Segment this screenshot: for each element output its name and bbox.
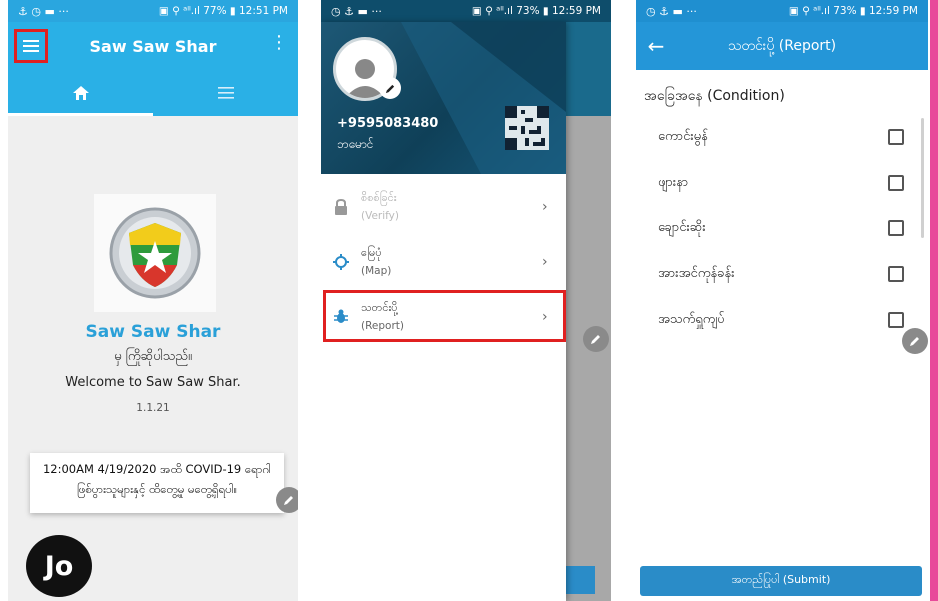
report-highlight-box — [323, 290, 566, 342]
tab-home[interactable] — [8, 70, 153, 116]
background-button — [566, 566, 595, 594]
condition-heading: အခြေအနေ (Condition) — [644, 88, 785, 104]
condition-checkbox[interactable] — [888, 220, 904, 236]
pencil-icon — [284, 496, 293, 505]
brand-side-bar — [930, 0, 938, 601]
shield-logo-icon — [109, 207, 201, 299]
app-logo — [94, 194, 216, 312]
condition-row[interactable]: အသက်ရှူကျပ် — [658, 309, 904, 331]
chevron-right-icon: › — [542, 199, 548, 215]
condition-checkbox[interactable] — [888, 266, 904, 282]
condition-row[interactable]: ဖျားနာ — [658, 172, 904, 194]
condition-checkbox[interactable] — [888, 129, 904, 145]
user-phone: +9595083480 — [337, 116, 439, 131]
pencil-icon — [591, 335, 600, 344]
app-bar: ← သတင်းပို့ (Report) — [636, 22, 928, 70]
overflow-menu-icon[interactable]: ⋮ — [270, 34, 288, 52]
welcome-text: Welcome to Saw Saw Shar. — [65, 375, 241, 390]
condition-label: ကောင်းမွန် — [658, 128, 708, 144]
condition-row[interactable]: ကောင်းမွန် — [658, 126, 904, 148]
scrollbar[interactable] — [921, 118, 924, 238]
covid-notice-card: 12:00AM 4/19/2020 အထိ COVID-19 ရောဂါ ဖြစ… — [30, 453, 284, 513]
drawer-item-verify[interactable]: စိစစ်ခြင်း (Verify) › — [321, 180, 566, 234]
drawer-header: +9595083480 ဘမောင် — [321, 22, 566, 174]
edit-fab[interactable] — [276, 487, 298, 513]
condition-label: အသက်ရှူကျပ် — [658, 311, 725, 327]
pencil-icon — [385, 84, 394, 93]
submit-button[interactable]: အတည်ပြုပါ (Submit) — [640, 566, 922, 596]
pencil-icon — [910, 337, 919, 346]
hamburger-icon — [23, 40, 39, 52]
tab-list[interactable] — [153, 70, 298, 116]
status-left: ◷ ⚓ ▬ ··· — [331, 4, 382, 18]
status-right: ▣ ⚲ ᵃˡˡ.ıl 73% ▮ 12:59 PM — [788, 5, 918, 17]
drawer-item-label: စိစစ်ခြင်း — [361, 191, 397, 204]
home-icon — [72, 86, 89, 100]
version-label: 1.1.21 — [136, 402, 170, 414]
chevron-right-icon: › — [542, 254, 548, 270]
drawer-item-label: မြေပုံ — [361, 246, 382, 259]
background-content — [566, 116, 611, 601]
list-icon — [217, 87, 234, 99]
status-right: ▣ ⚲ ᵃˡˡ.ıl 73% ▮ 12:59 PM — [471, 5, 601, 17]
lock-icon — [335, 199, 347, 215]
status-left: ⚓ ◷ ▬ ··· — [18, 4, 69, 18]
report-screen: ◷ ⚓ ▬ ··· ▣ ⚲ ᵃˡˡ.ıl 73% ▮ 12:59 PM ← သတ… — [636, 0, 928, 601]
status-right: ▣ ⚲ ᵃˡˡ.ıl 77% ▮ 12:51 PM — [158, 5, 288, 17]
edit-fab[interactable] — [583, 326, 609, 352]
condition-checkbox[interactable] — [888, 312, 904, 328]
condition-label: ချောင်းဆိုး — [658, 219, 706, 235]
condition-label: အားအင်ကုန်ခန်း — [658, 265, 735, 281]
app-name: Saw Saw Shar — [85, 322, 221, 342]
status-bar: ◷ ⚓ ▬ ··· ▣ ⚲ ᵃˡˡ.ıl 73% ▮ 12:59 PM — [636, 0, 928, 22]
drawer-item-sublabel: (Map) — [361, 265, 392, 277]
status-left: ◷ ⚓ ▬ ··· — [646, 4, 697, 18]
drawer-item-map[interactable]: မြေပုံ (Map) › — [321, 235, 566, 289]
page-title: သတင်းပို့ (Report) — [727, 37, 837, 54]
hamburger-menu-button[interactable] — [14, 29, 48, 63]
status-bar: ◷ ⚓ ▬ ··· ▣ ⚲ ᵃˡˡ.ıl 73% ▮ 12:59 PM — [321, 0, 611, 22]
drawer-screen: ◷ ⚓ ▬ ··· ▣ ⚲ ᵃˡˡ.ıl 73% ▮ 12:59 PM +959… — [321, 0, 611, 601]
navigation-drawer: +9595083480 ဘမောင် စိစစ်ခြင်း (Verify) › — [321, 22, 566, 601]
location-target-icon — [333, 254, 349, 270]
app-bar: Saw Saw Shar ⋮ — [8, 22, 298, 70]
greeting-text: မှ ကြိုဆိုပါသည်။ — [114, 349, 192, 364]
qr-code-icon[interactable] — [505, 106, 549, 150]
tab-bar — [8, 70, 298, 116]
condition-row[interactable]: အားအင်ကုန်ခန်း — [658, 263, 904, 285]
user-name: ဘမောင် — [337, 137, 374, 151]
jo-logo-text: Jo — [44, 550, 74, 582]
notice-line-2: ဖြစ်ပွားသူများနှင့် ထိတွေ့မှု မတွေ့ရှိရပ… — [76, 482, 238, 496]
jo-badge: Jo — [26, 535, 92, 597]
edit-avatar-button[interactable] — [379, 77, 401, 99]
condition-checkbox[interactable] — [888, 175, 904, 191]
background-app-bar — [566, 22, 611, 116]
home-screen: ⚓ ◷ ▬ ··· ▣ ⚲ ᵃˡˡ.ıl 77% ▮ 12:51 PM Saw … — [8, 0, 298, 601]
back-arrow-icon[interactable]: ← — [636, 34, 676, 58]
notice-line-1: 12:00AM 4/19/2020 အထိ COVID-19 ရောဂါ — [42, 462, 272, 476]
drawer-item-sublabel: (Verify) — [361, 210, 399, 222]
condition-row[interactable]: ချောင်းဆိုး — [658, 217, 904, 239]
edit-fab[interactable] — [902, 328, 928, 354]
app-title: Saw Saw Shar — [89, 36, 217, 56]
status-bar: ⚓ ◷ ▬ ··· ▣ ⚲ ᵃˡˡ.ıl 77% ▮ 12:51 PM — [8, 0, 298, 22]
condition-label: ဖျားနာ — [658, 174, 689, 190]
